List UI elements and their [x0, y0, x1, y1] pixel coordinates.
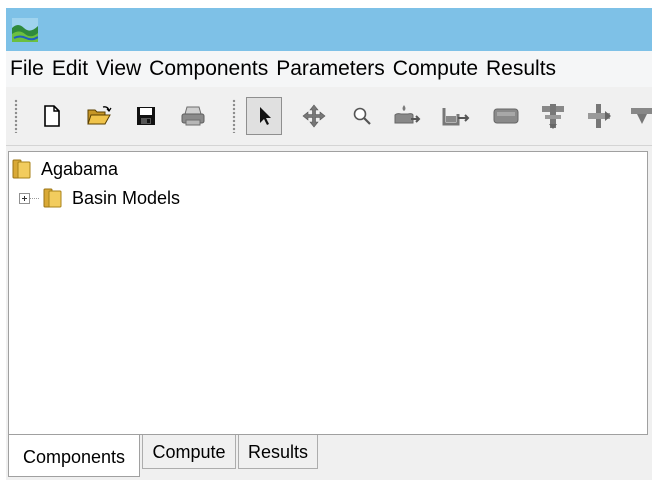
junction-icon	[542, 104, 564, 129]
menu-edit[interactable]: Edit	[49, 51, 91, 87]
toolbar-grip[interactable]	[14, 99, 18, 133]
reach-tool-button[interactable]	[440, 101, 470, 131]
expand-icon[interactable]	[19, 192, 30, 204]
diversion-icon	[588, 104, 611, 128]
pan-tool-button[interactable]	[299, 101, 329, 131]
zoom-tool-button[interactable]	[347, 101, 377, 131]
menu-components[interactable]: Components	[146, 51, 271, 87]
menu-file[interactable]: File	[6, 51, 47, 87]
folder-icon	[12, 159, 31, 179]
new-file-icon	[44, 105, 60, 127]
application-window: File Edit View Components Parameters Compute R…	[6, 8, 652, 480]
title-bar[interactable]	[6, 8, 652, 51]
menu-bar: File Edit View Components Parameters Compute R…	[6, 51, 652, 87]
reservoir-icon	[493, 108, 519, 124]
menu-view[interactable]: View	[93, 51, 144, 87]
tree-node-label: Basin Models	[72, 187, 181, 208]
print-button[interactable]	[178, 101, 208, 131]
tab-components[interactable]: Components	[8, 435, 140, 477]
pointer-icon	[260, 107, 271, 125]
open-button[interactable]	[84, 101, 114, 131]
menu-compute[interactable]: Compute	[390, 51, 481, 87]
select-tool-button[interactable]	[246, 97, 282, 135]
sink-tool-button[interactable]	[626, 101, 652, 131]
hec-hms-app-icon	[12, 18, 38, 42]
toolbar	[6, 87, 652, 146]
subbasin-tool-button[interactable]	[392, 101, 422, 131]
explorer-tabs: Components Compute Results	[6, 435, 652, 480]
save-button[interactable]	[131, 101, 161, 131]
save-icon	[137, 107, 155, 125]
folder-icon	[43, 188, 62, 208]
tab-compute[interactable]: Compute	[142, 435, 236, 469]
new-button[interactable]	[37, 101, 67, 131]
toolbar-grip[interactable]	[232, 99, 236, 133]
tree-node-basin-models[interactable]: Basin Models	[19, 186, 180, 210]
junction-tool-button[interactable]	[538, 101, 568, 131]
subbasin-icon	[394, 105, 421, 124]
watershed-explorer-tree[interactable]: Agabama Basin Models	[8, 151, 648, 435]
reservoir-tool-button[interactable]	[491, 101, 521, 131]
tree-connector	[30, 197, 40, 199]
diversion-tool-button[interactable]	[584, 101, 614, 131]
menu-results[interactable]: Results	[483, 51, 559, 87]
print-icon	[181, 106, 205, 126]
tab-results[interactable]: Results	[238, 435, 318, 469]
tree-node-root[interactable]: Agabama	[11, 157, 118, 181]
zoom-icon	[353, 107, 371, 125]
pan-icon	[302, 104, 326, 128]
sink-icon	[631, 108, 652, 124]
tree-node-label: Agabama	[41, 158, 119, 179]
menu-parameters[interactable]: Parameters	[273, 51, 388, 87]
open-folder-icon	[87, 106, 112, 125]
reach-icon	[442, 108, 470, 126]
